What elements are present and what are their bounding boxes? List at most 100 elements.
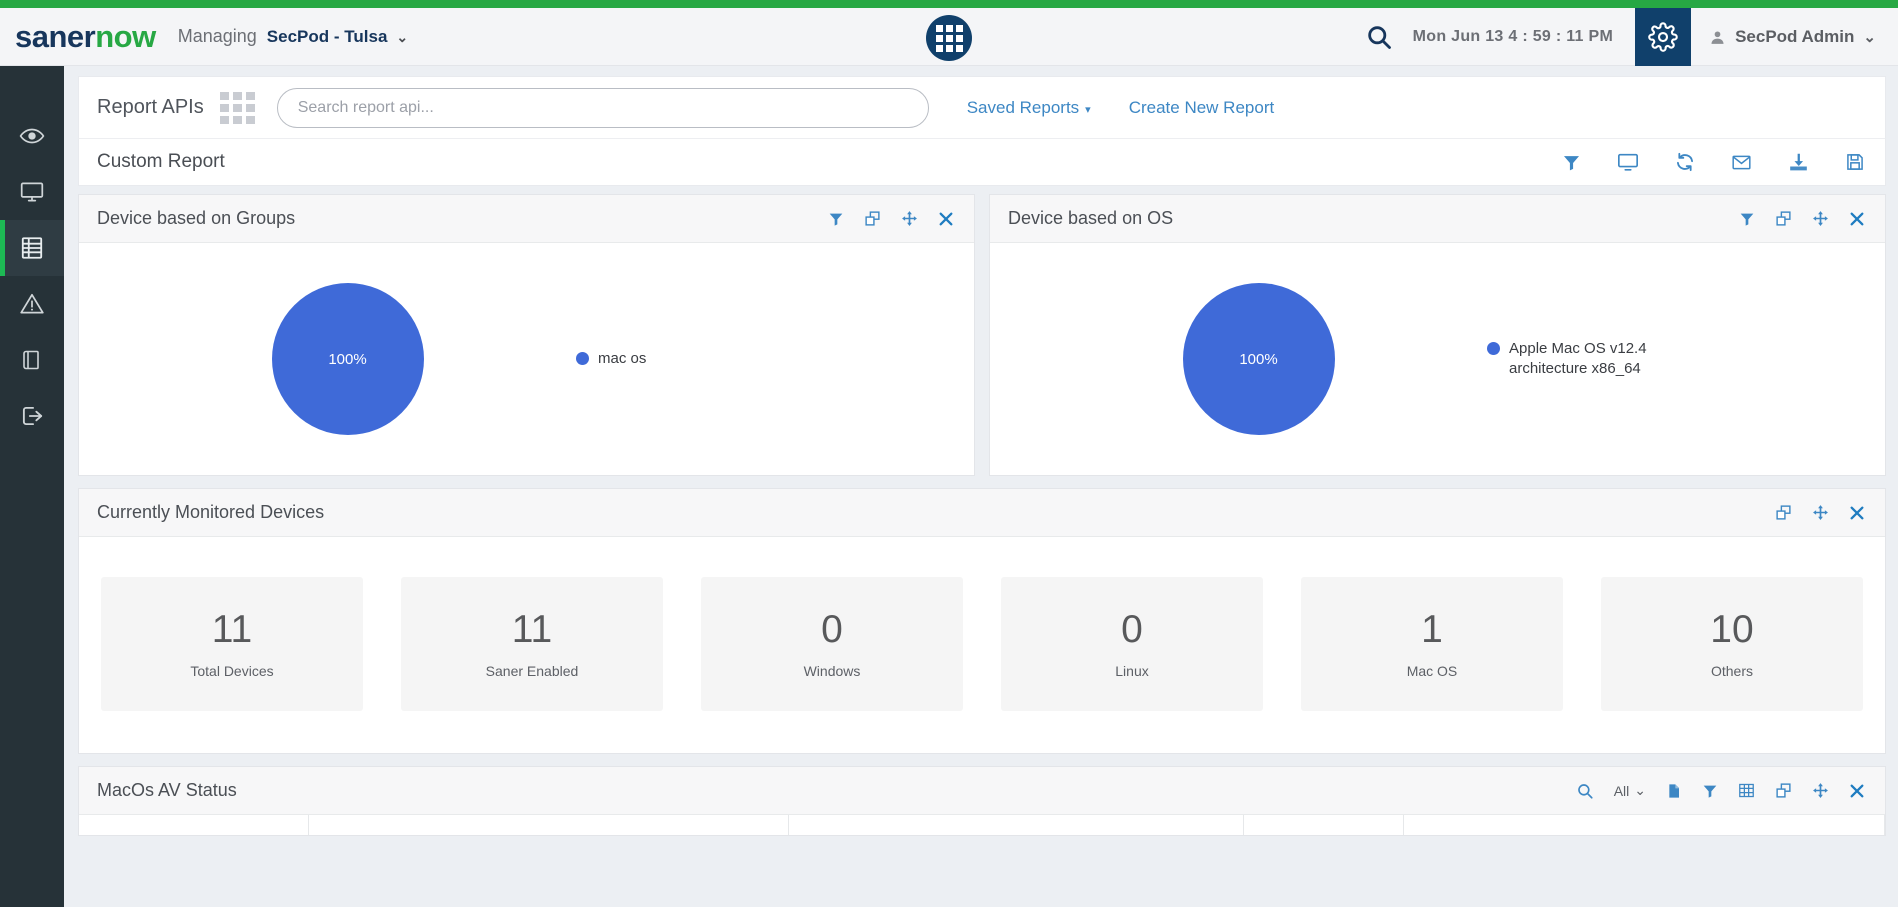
chevron-down-icon: ⌄ bbox=[1863, 29, 1876, 46]
pie-slice-label: 100% bbox=[1239, 350, 1278, 368]
av-status-table bbox=[79, 815, 1885, 835]
search-icon[interactable] bbox=[1576, 782, 1594, 800]
move-icon[interactable] bbox=[1812, 210, 1829, 227]
stat-value: 1 bbox=[1421, 607, 1443, 651]
pie-slice-apple-mac-os[interactable]: 100% bbox=[1182, 283, 1335, 435]
apps-grid-button[interactable] bbox=[926, 15, 972, 61]
stat-value: 11 bbox=[211, 607, 253, 651]
logout-icon bbox=[22, 406, 43, 426]
chevron-down-icon: ⌄ bbox=[396, 28, 409, 45]
search-field-wrap bbox=[276, 87, 929, 128]
sidebar-item-knowledge[interactable] bbox=[0, 332, 64, 388]
left-sidebar bbox=[0, 66, 64, 907]
tenant-name: SecPod - Tulsa bbox=[266, 26, 388, 46]
panel-icons bbox=[1775, 504, 1865, 521]
stat-card-total-devices[interactable]: 11 Total Devices bbox=[101, 577, 363, 711]
header-right-group: Mon Jun 13 4 : 59 : 11 PM SecPod Admin ⌄ bbox=[1365, 8, 1898, 66]
report-panels: Device based on Groups 100% mac os Devic… bbox=[78, 186, 1886, 836]
close-icon[interactable] bbox=[1849, 211, 1865, 227]
grid-view-icon[interactable] bbox=[219, 91, 255, 124]
top-green-bar bbox=[0, 0, 1898, 8]
logo-saner-text: saner bbox=[15, 19, 96, 54]
apps-grid-icon bbox=[935, 24, 963, 52]
legend-item-label: Apple Mac OS v12.4 architecture x86_64 bbox=[1509, 339, 1647, 380]
move-icon[interactable] bbox=[1812, 782, 1829, 799]
stat-label: Others bbox=[1710, 662, 1753, 679]
saved-reports-dropdown[interactable]: Saved Reports ▾ bbox=[967, 98, 1091, 118]
panel-title: Currently Monitored Devices bbox=[97, 502, 325, 522]
create-new-report-link[interactable]: Create New Report bbox=[1129, 98, 1275, 118]
duplicate-icon[interactable] bbox=[1775, 504, 1792, 521]
move-icon[interactable] bbox=[1812, 504, 1829, 521]
eye-icon bbox=[19, 128, 45, 144]
close-icon[interactable] bbox=[1849, 783, 1865, 799]
sidebar-item-logout[interactable] bbox=[0, 388, 64, 444]
panel-currently-monitored-devices: Currently Monitored Devices 11 Total Dev… bbox=[78, 488, 1886, 754]
caret-down-icon: ▾ bbox=[1085, 103, 1091, 116]
table-icon[interactable] bbox=[1738, 782, 1755, 799]
app-root: sanernow Managing SecPod - Tulsa ⌄ Mon Ju… bbox=[0, 0, 1898, 907]
sanernow-logo[interactable]: sanernow bbox=[15, 21, 156, 52]
duplicate-icon[interactable] bbox=[864, 210, 881, 227]
close-icon[interactable] bbox=[938, 211, 954, 227]
filter-icon[interactable] bbox=[1739, 211, 1755, 227]
stat-value: 0 bbox=[1121, 607, 1143, 651]
settings-button[interactable] bbox=[1635, 8, 1692, 66]
table-row bbox=[79, 815, 1885, 835]
panel-device-based-on-os: Device based on OS 100% Apple Mac OS v12… bbox=[989, 194, 1886, 476]
pie-chart-area: 100% bbox=[990, 283, 1527, 435]
av-status-filter-select[interactable]: All ⌄ bbox=[1614, 782, 1646, 799]
stat-card-windows[interactable]: 0 Windows bbox=[701, 577, 963, 711]
display-icon[interactable] bbox=[1617, 151, 1639, 173]
sidebar-item-visibility[interactable] bbox=[0, 108, 64, 164]
stat-card-mac-os[interactable]: 1 Mac OS bbox=[1301, 577, 1563, 711]
legend-line-1: Apple Mac OS v12.4 bbox=[1509, 339, 1647, 357]
panel-title: Device based on Groups bbox=[97, 208, 296, 228]
stat-value: 10 bbox=[1710, 607, 1754, 651]
sidebar-item-alerts[interactable] bbox=[0, 276, 64, 332]
table-cell bbox=[1244, 815, 1404, 835]
sidebar-item-reports[interactable] bbox=[0, 220, 64, 276]
close-icon[interactable] bbox=[1849, 505, 1865, 521]
refresh-icon[interactable] bbox=[1675, 152, 1695, 172]
stat-label: Saner Enabled bbox=[485, 662, 579, 679]
sidebar-item-devices[interactable] bbox=[0, 164, 64, 220]
stat-card-saner-enabled[interactable]: 11 Saner Enabled bbox=[401, 577, 663, 711]
document-icon[interactable] bbox=[1666, 782, 1682, 800]
warning-triangle-icon bbox=[20, 293, 44, 314]
panel-icons bbox=[1739, 210, 1865, 227]
move-icon[interactable] bbox=[901, 210, 918, 227]
panel-title: MacOs AV Status bbox=[97, 780, 237, 800]
panel-header: Device based on Groups bbox=[79, 195, 974, 243]
custom-report-actions bbox=[1562, 151, 1865, 173]
download-icon[interactable] bbox=[1788, 152, 1809, 173]
panel-header: Device based on OS bbox=[990, 195, 1885, 243]
search-input[interactable] bbox=[276, 87, 929, 128]
duplicate-icon[interactable] bbox=[1775, 210, 1792, 227]
logo-now-text: now bbox=[95, 19, 156, 54]
device-stat-cards: 11 Total Devices 11 Saner Enabled 0 Wind… bbox=[79, 537, 1885, 753]
filter-icon[interactable] bbox=[1702, 783, 1718, 799]
user-menu[interactable]: SecPod Admin ⌄ bbox=[1691, 27, 1898, 47]
stat-label: Total Devices bbox=[190, 662, 274, 679]
search-icon[interactable] bbox=[1365, 23, 1393, 51]
duplicate-icon[interactable] bbox=[1775, 782, 1792, 799]
datetime-display: Mon Jun 13 4 : 59 : 11 PM bbox=[1412, 28, 1614, 45]
filter-icon[interactable] bbox=[828, 211, 844, 227]
filter-icon[interactable] bbox=[1562, 153, 1581, 172]
report-icon bbox=[21, 237, 43, 259]
custom-report-header: Custom Report bbox=[78, 138, 1886, 186]
page-title: Report APIs bbox=[97, 96, 204, 118]
tenant-selector[interactable]: SecPod - Tulsa ⌄ bbox=[267, 27, 408, 47]
report-api-bar: Report APIs Saved Reports ▾ Create New Re… bbox=[78, 76, 1886, 138]
stat-card-linux[interactable]: 0 Linux bbox=[1001, 577, 1263, 711]
mail-icon[interactable] bbox=[1731, 152, 1752, 173]
main-content: Report APIs Saved Reports ▾ Create New Re… bbox=[64, 66, 1898, 907]
pie-slice-mac-os[interactable]: 100% bbox=[271, 283, 424, 435]
save-icon[interactable] bbox=[1845, 152, 1865, 172]
stat-card-others[interactable]: 10 Others bbox=[1601, 577, 1863, 711]
table-cell bbox=[79, 815, 309, 835]
saved-reports-label: Saved Reports bbox=[966, 97, 1080, 117]
stat-label: Mac OS bbox=[1406, 662, 1458, 679]
legend-color-swatch bbox=[1487, 341, 1500, 355]
